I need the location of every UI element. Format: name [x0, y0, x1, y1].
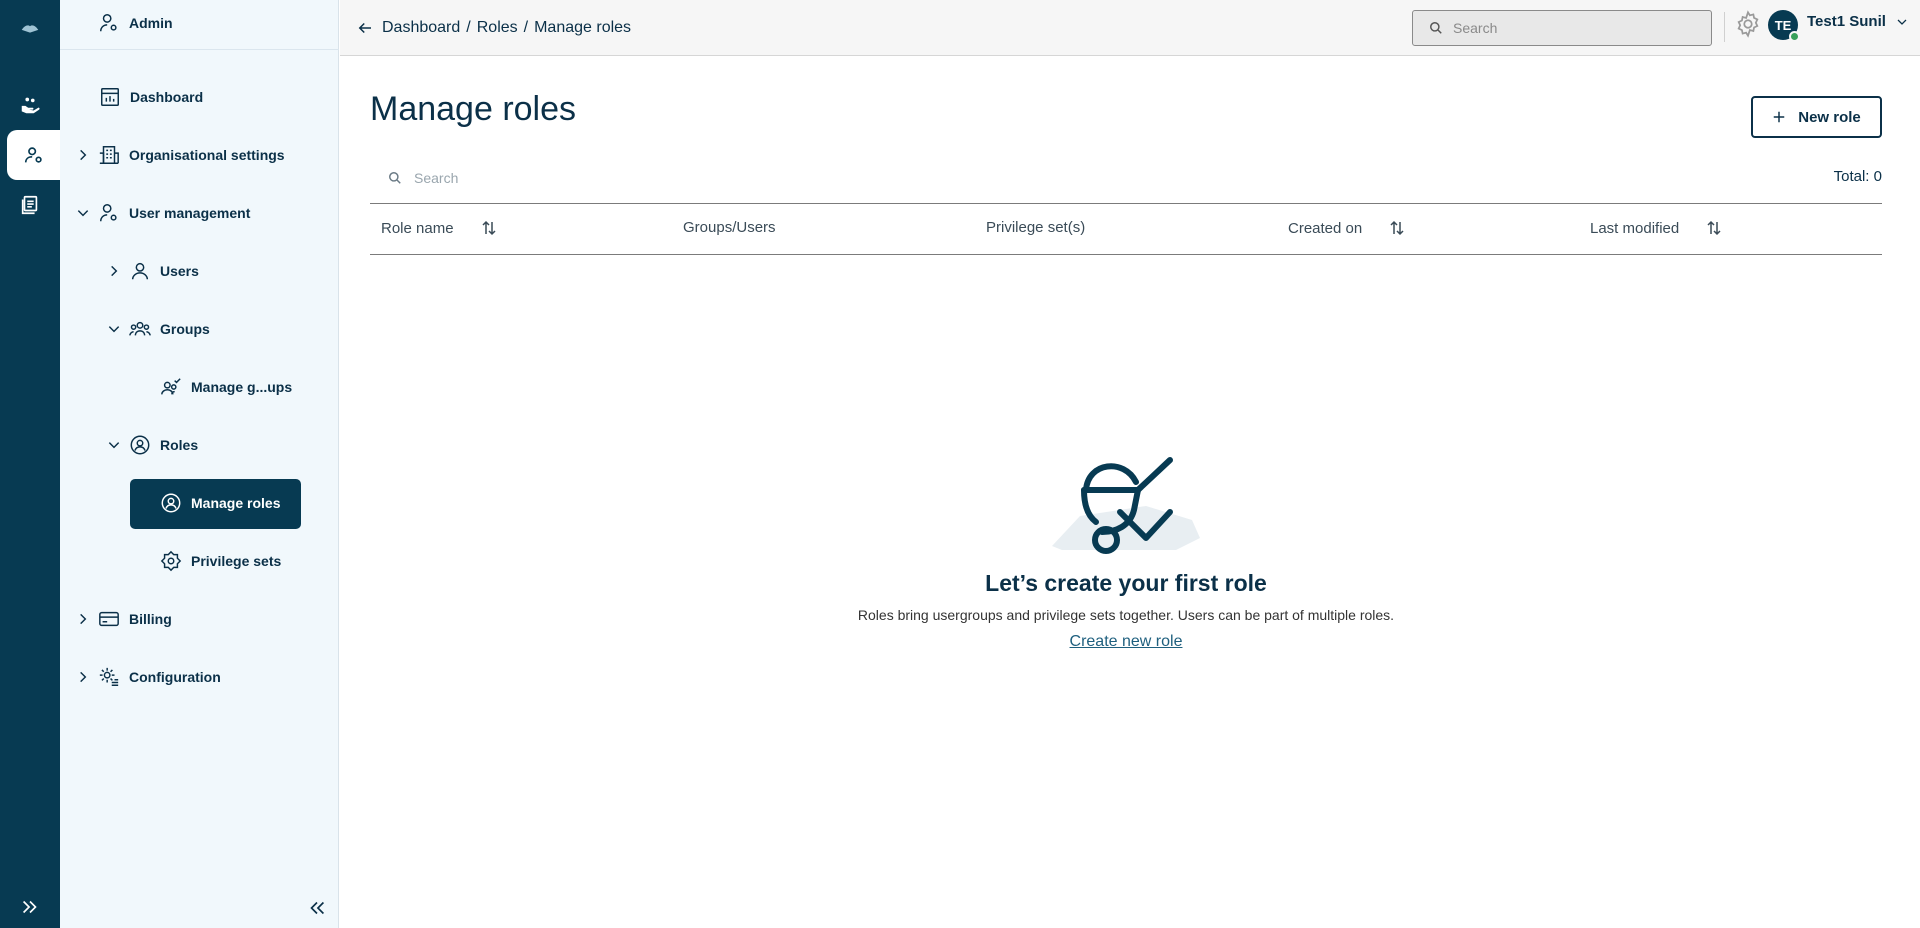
sidebar-item-configuration[interactable]: Configuration [76, 662, 221, 692]
wheelbarrow-empty-state-icon [1052, 457, 1200, 554]
sidebar-label-privilege-sets: Privilege sets [191, 553, 282, 569]
configuration-gear-icon [99, 667, 119, 686]
sidebar-item-manage-groups[interactable]: Manage g...ups [160, 372, 292, 402]
chevron-down-icon[interactable] [107, 438, 121, 452]
total-count: Total: 0 [1833, 168, 1882, 185]
back-arrow-icon[interactable] [356, 19, 374, 37]
sidebar-header: Admin [60, 0, 339, 50]
column-created-on[interactable]: Created on [1288, 219, 1406, 237]
breadcrumb-manage-roles: Manage roles [534, 19, 632, 36]
settings-gear-icon[interactable] [1734, 10, 1762, 38]
breadcrumb-separator: / [523, 19, 529, 36]
breadcrumb-separator: / [466, 19, 471, 36]
group-icon [129, 321, 151, 336]
manage-role-icon [161, 493, 181, 513]
page-title: Manage roles [370, 90, 577, 128]
plus-icon [1773, 111, 1785, 123]
sort-icon[interactable] [1705, 219, 1723, 237]
dashboard-icon [101, 88, 119, 106]
chevron-right-icon[interactable] [76, 612, 90, 626]
global-search-input[interactable] [1453, 20, 1693, 36]
billing-card-icon [99, 611, 119, 627]
column-label: Last modified [1590, 219, 1680, 237]
empty-state-description: Roles bring usergroups and privilege set… [857, 607, 1395, 623]
chevron-right-icon[interactable] [107, 264, 121, 278]
sidebar-header-label: Admin [129, 15, 173, 31]
sidebar-item-user-management[interactable]: User management [76, 198, 250, 228]
new-role-button[interactable]: New role [1751, 96, 1882, 138]
column-privilege-sets: Privilege set(s) [986, 219, 1085, 236]
sidebar-label-user-management: User management [129, 205, 251, 221]
hand-care-icon[interactable] [0, 80, 60, 130]
column-label: Created on [1288, 219, 1363, 237]
online-status-dot [1789, 31, 1800, 42]
group-check-icon [161, 378, 181, 395]
search-icon [1430, 22, 1442, 34]
sidebar-item-groups[interactable]: Groups [107, 314, 210, 344]
sidebar-label-users: Users [160, 263, 199, 279]
header-divider [1724, 12, 1725, 42]
chevron-right-icon[interactable] [76, 148, 90, 162]
new-role-label: New role [1798, 108, 1861, 126]
expand-double-chevron-icon[interactable] [0, 882, 60, 928]
sidebar-item-admin[interactable]: Admin [98, 8, 173, 38]
sidebar-item-dashboard[interactable]: Dashboard [99, 82, 203, 112]
user-cog-icon [100, 204, 117, 222]
table-search-input[interactable] [414, 170, 1014, 186]
table-header: Role name Groups/Users Privilege set(s) … [370, 203, 1882, 255]
sidebar-label-configuration: Configuration [129, 669, 221, 685]
column-label: Role name [381, 219, 454, 237]
column-last-modified[interactable]: Last modified [1590, 219, 1723, 237]
column-groups-users: Groups/Users [683, 219, 776, 236]
search-icon [389, 172, 401, 184]
brand-logo-icon[interactable] [0, 4, 60, 54]
role-icon [130, 435, 150, 455]
building-icon [99, 146, 119, 164]
create-new-role-link[interactable]: Create new role [1064, 633, 1188, 651]
sidebar-label-org-settings: Organisational settings [129, 147, 285, 163]
documents-icon[interactable] [0, 180, 60, 230]
sidebar-item-org-settings[interactable]: Organisational settings [76, 140, 285, 170]
chevron-down-icon[interactable] [76, 206, 90, 220]
breadcrumb: Dashboard / Roles / Manage roles [356, 16, 631, 40]
sidebar-label-manage-roles: Manage roles [191, 495, 281, 511]
avatar-initials: TE [1774, 17, 1792, 33]
global-search[interactable] [1412, 10, 1712, 46]
sort-icon[interactable] [1388, 219, 1406, 237]
privilege-badge-icon [160, 550, 182, 572]
sidebar-label-billing: Billing [129, 611, 172, 627]
user-admin-icon[interactable] [7, 130, 60, 180]
table-search[interactable] [370, 162, 1570, 194]
column-label: Groups/Users [683, 219, 776, 236]
breadcrumb-dashboard[interactable]: Dashboard [382, 19, 460, 37]
user-menu-chevron-down-icon[interactable] [1896, 16, 1908, 28]
breadcrumb-roles[interactable]: Roles [477, 19, 518, 37]
user-icon [131, 262, 149, 280]
chevron-right-icon[interactable] [76, 670, 90, 684]
icon-rail [0, 0, 60, 928]
chevron-down-icon[interactable] [107, 322, 121, 336]
user-cog-icon [100, 14, 117, 32]
sidebar-item-privilege-sets[interactable]: Privilege sets [160, 546, 281, 576]
sidebar-label-manage-groups: Manage g...ups [191, 379, 293, 395]
sidebar-item-roles[interactable]: Roles [107, 430, 198, 460]
sidebar-item-billing[interactable]: Billing [76, 604, 172, 634]
sidebar-label-dashboard: Dashboard [130, 89, 204, 105]
user-name[interactable]: Test1 Sunil [1807, 13, 1886, 30]
column-role-name[interactable]: Role name [381, 219, 498, 237]
sidebar-label-roles: Roles [160, 437, 199, 453]
column-label: Privilege set(s) [986, 219, 1086, 236]
sort-icon[interactable] [480, 219, 498, 237]
sidebar-item-manage-roles[interactable]: Manage roles [160, 488, 280, 518]
collapse-double-chevron-icon[interactable] [306, 897, 328, 919]
top-bar: Dashboard / Roles / Manage roles TE Test… [340, 0, 1920, 56]
avatar[interactable]: TE [1768, 10, 1800, 42]
sidebar-item-users[interactable]: Users [107, 256, 199, 286]
sidebar-label-groups: Groups [160, 321, 210, 337]
empty-state-title: Let’s create your first role [985, 570, 1267, 596]
